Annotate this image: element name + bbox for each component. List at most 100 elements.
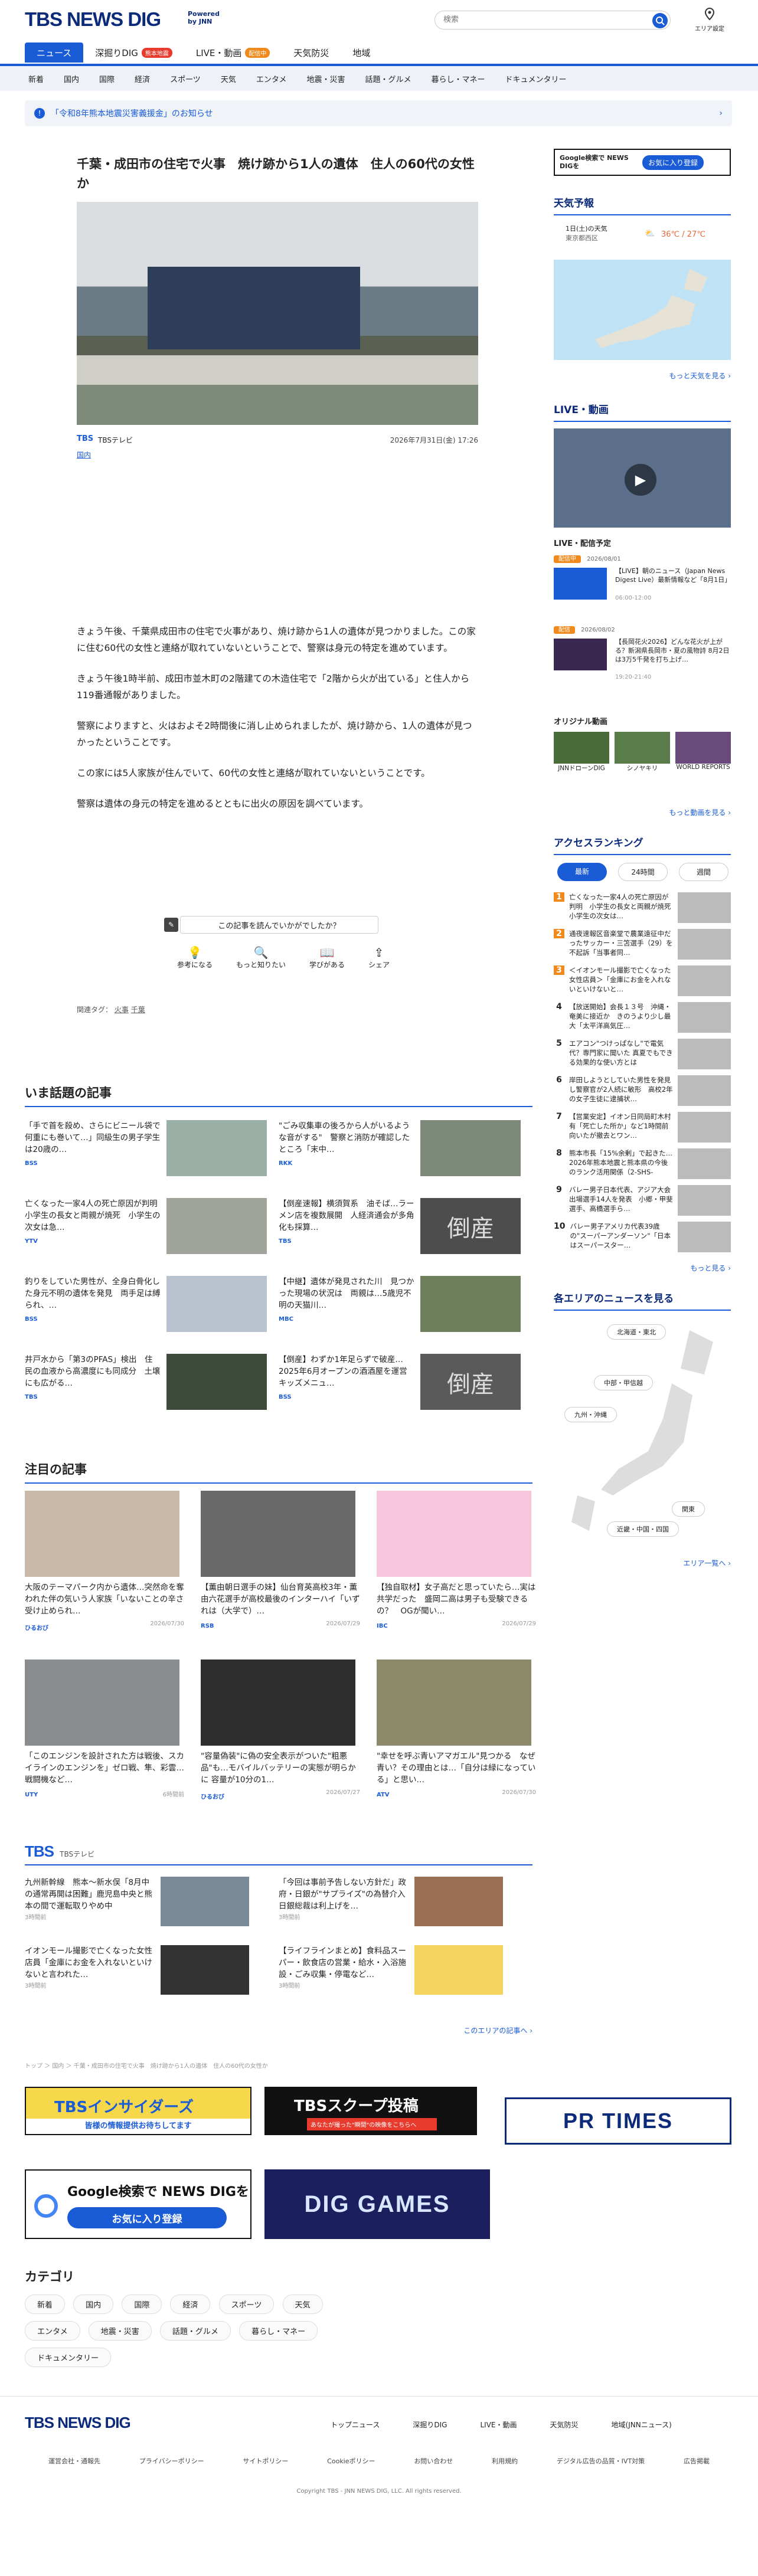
footer-sublink[interactable]: Cookieポリシー <box>327 2456 375 2466</box>
category-pill[interactable]: 話題・グルメ <box>159 2321 231 2341</box>
footer-sublink[interactable]: サイトポリシー <box>243 2456 288 2466</box>
ranking-tab[interactable]: 24時間 <box>618 863 668 881</box>
ranking-more-link[interactable]: もっと見る › <box>554 1263 731 1273</box>
category-pill[interactable]: ドキュメンタリー <box>25 2348 112 2367</box>
hot-article[interactable]: 【中継】遺体が発見された川 見つかった現場の状況は 両親は…5歳児不明の天猫川…… <box>279 1276 527 1341</box>
subnav-item[interactable]: スポーツ <box>170 73 201 84</box>
footer-sublink[interactable]: プライバシーポリシー <box>139 2456 204 2466</box>
ranking-item[interactable]: 4 【放送開始】会長１３号 沖縄・奄美に接近か きのうより少し最大「太平洋高気圧… <box>554 1002 731 1033</box>
area-list-link[interactable]: エリア一覧へ › <box>554 1558 731 1568</box>
search-input[interactable] <box>443 15 632 24</box>
ranking-item[interactable]: 7 【営業安定】イオン日同局町木村有「死亡した所か」など1時間前向いたが撤去とワン… <box>554 1112 731 1143</box>
category-pill[interactable]: 地震・災害 <box>88 2321 152 2341</box>
footer-logo[interactable]: TBS NEWS DIG <box>25 2414 131 2432</box>
ranking-item[interactable]: 10 バレー男子アメリカ代表39歳の"スーパーアンダーソン"「日本はスーパースター… <box>554 1222 731 1252</box>
featured-card[interactable]: 【独自取材】女子高だと思っていたら…実は共学だった 盛岡二高は男子も受験できるの… <box>377 1491 536 1629</box>
live-item[interactable]: 配信中 2026/08/01 【LIVE】朝のニュース（Japan News D… <box>554 554 731 601</box>
footer-link[interactable]: LIVE・動画 <box>481 2420 517 2430</box>
reaction-more[interactable]: 🔍 もっと知りたい <box>236 945 286 970</box>
weather-more-link[interactable]: もっと天気を見る › <box>554 371 731 381</box>
footer-link[interactable]: 天気防災 <box>550 2420 579 2430</box>
tbs-article[interactable]: 九州新幹線 熊本～新水俣「8月中の通常再開は困難」鹿児島中央と熊本の間で運転取り… <box>25 1877 273 1930</box>
hot-article[interactable]: 釣りをしていた男性が、全身白骨化した身元不明の遺体を発見 両手足は縛られ、… BS… <box>25 1276 273 1341</box>
category-pill[interactable]: スポーツ <box>218 2294 275 2314</box>
weather-map[interactable] <box>554 260 731 360</box>
footer-sublink[interactable]: 運営会社・通報先 <box>48 2456 100 2466</box>
hot-article[interactable]: 【倒産速報】横須賀系 油そば…ラーメン店を複数展開 人経済通会が多角化も採算… T… <box>279 1198 527 1263</box>
tbs-article[interactable]: 【ライフラインまとめ】食料品スーパー・飲食店の営業・給水・入浴施設・ごみ収集・停… <box>279 1945 527 1998</box>
subnav-item[interactable]: 地震・災害 <box>306 73 345 84</box>
ranking-item[interactable]: 6 岸田しようとしていた男性を発見し警察官が2人続に敏形 高校2年の女子生徒に逮捕… <box>554 1075 731 1106</box>
search-icon[interactable] <box>652 13 668 28</box>
google-favorite-banner[interactable]: Google検索で NEWS DIGを お気に入り登録 <box>25 2169 251 2239</box>
category-pill[interactable]: 暮らし・マネー <box>239 2321 318 2341</box>
notice-text[interactable]: 「令和8年熊本地震災害義援金」のお知らせ <box>51 107 213 119</box>
site-logo[interactable]: TBS NEWS DIG <box>25 8 161 31</box>
featured-card[interactable]: 「このエンジンを設計された方は戦後、スカイラインのエンジンを」ゼロ戦、隼、彩雲…… <box>25 1659 192 1798</box>
ranking-item[interactable]: 8 熊本市長「15%余剰」で起きた…2026年熊本地震と熊本県の今後のランク活用関… <box>554 1148 731 1179</box>
ranking-tab[interactable]: 週間 <box>679 863 728 881</box>
reaction-learn[interactable]: 📖 学びがある <box>309 945 345 970</box>
category-pill[interactable]: 天気 <box>282 2294 323 2314</box>
area-button[interactable]: 九州・沖縄 <box>564 1407 617 1422</box>
hot-article[interactable]: 亡くなった一家4人の死亡原因が判明 小学生の長女と両親が焼死 小学生の次女は急…… <box>25 1198 273 1263</box>
insiders-banner[interactable]: TBSインサイダーズ 皆様の情報提供お待ちしてます <box>25 2087 251 2135</box>
footer-sublink[interactable]: 広告掲載 <box>684 2456 710 2466</box>
category-pill[interactable]: 経済 <box>170 2294 211 2314</box>
nav-news[interactable]: ニュース <box>25 42 84 63</box>
subnav-item[interactable]: 暮らし・マネー <box>431 73 485 84</box>
original-video[interactable]: シノヤキリ <box>615 732 670 773</box>
area-settings[interactable]: エリア設定 <box>692 7 727 32</box>
ranking-item[interactable]: 1 亡くなった一家4人の死亡原因が判明 小学生の長女と両親が焼死 小学生の次女は… <box>554 892 731 923</box>
nav-local[interactable]: 地域 <box>341 42 382 63</box>
live-item[interactable]: 配信 2026/08/02 【長岡花火2026】どんな花火が上がる？新潟県長岡市… <box>554 624 731 680</box>
footer-sublink[interactable]: デジタル広告の品質・IVT対策 <box>557 2456 645 2466</box>
dig-games-banner[interactable]: DIG GAMES <box>264 2169 490 2239</box>
ranking-item[interactable]: 3 ＜イオンモール撮影で亡くなった女性店員＞「金庫にお金を入れないといけないと… <box>554 965 731 996</box>
tbs-article[interactable]: イオンモール撮影で亡くなった女性店員「金庫にお金を入れないといけないと言われた…… <box>25 1945 273 1998</box>
hot-article[interactable]: 【倒産】わずか1年足らずで破産…2025年6月オープンの酒酒屋を運営 キッズメニ… <box>279 1354 527 1419</box>
search-bar[interactable] <box>434 11 671 30</box>
scoop-banner[interactable]: TBSスクープ投稿 あなたが撮った"瞬間"の映像をこちらへ <box>264 2087 477 2135</box>
category-pill[interactable]: 新着 <box>25 2294 66 2314</box>
original-video[interactable]: WORLD REPORTS <box>675 732 731 773</box>
featured-card[interactable]: "幸せを呼ぶ青いアマガエル"見つかる なぜ青い？その理由とは…「自分は緑になって… <box>377 1659 536 1798</box>
notice-bar[interactable]: ! 「令和8年熊本地震災害義援金」のお知らせ › <box>25 100 732 126</box>
hot-article[interactable]: "ごみ収集車の後ろから人がいるような音がする" 警察と消防が確認したところ「末中… <box>279 1120 527 1185</box>
category-pill[interactable]: 国際 <box>122 2294 162 2314</box>
featured-card[interactable]: "容量偽装"に偽の安全表示がついた"粗悪品"も…モバイルバッテリーの実態が明らか… <box>201 1659 360 1801</box>
hot-article[interactable]: 「手で首を殺め、さらにビニール袋で何重にも巻いて…」同級生の男子学生は20歳の…… <box>25 1120 273 1185</box>
featured-card[interactable]: 【薫由朝日選手の妹】仙台育英高校3年・薫由六花選手が高校最後のインターハイ「いず… <box>201 1491 360 1629</box>
article-category[interactable]: 国内 <box>77 450 91 460</box>
hot-article[interactable]: 井戸水から「第3のPFAS」検出 住民の血液から高濃度にも同成分 土壌にも広がる… <box>25 1354 273 1419</box>
subnav-item[interactable]: 国際 <box>99 73 115 84</box>
nav-deep-dig[interactable]: 深掘りDIG 熊本地震 <box>83 42 184 63</box>
footer-link[interactable]: 深掘りDIG <box>413 2420 447 2430</box>
footer-sublink[interactable]: お問い合わせ <box>414 2456 453 2466</box>
category-pill[interactable]: 国内 <box>73 2294 114 2314</box>
nav-live[interactable]: LIVE・動画 配信中 <box>184 42 282 63</box>
area-button[interactable]: 北海道・東北 <box>607 1324 666 1340</box>
reaction-share[interactable]: ⇪ シェア <box>368 945 390 970</box>
subnav-item[interactable]: 経済 <box>135 73 150 84</box>
featured-card[interactable]: 大阪のテーマパーク内から遺体…突然命を奪われた伴の気いう人家族「いないことの辛さ… <box>25 1491 184 1632</box>
footer-sublink[interactable]: 利用規約 <box>492 2456 518 2466</box>
subnav-item[interactable]: エンタメ <box>256 73 287 84</box>
ranking-item[interactable]: 5 エアコン"つけっぱなし"で電気代？専門家に聞いた 真夏でもできる効果的な使い方… <box>554 1039 731 1069</box>
ranking-item[interactable]: 9 バレー男子日本代表、アジア大会出場選手14人を発表 小郷・甲斐選手、高橋選手ら… <box>554 1185 731 1216</box>
subnav-item[interactable]: 天気 <box>221 73 236 84</box>
footer-link[interactable]: 地域(JNNニュース) <box>612 2420 672 2430</box>
footer-link[interactable]: トップニュース <box>331 2420 380 2430</box>
tag-link[interactable]: 千葉 <box>131 1006 145 1014</box>
live-player[interactable]: ▶ <box>554 428 731 528</box>
prtimes-banner[interactable]: PR TIMES <box>505 2097 731 2145</box>
sidebar-google-banner[interactable]: Google検索で NEWS DIGを お気に入り登録 <box>554 149 731 176</box>
subnav-item[interactable]: 話題・グルメ <box>365 73 411 84</box>
area-more-link[interactable]: このエリアの記事へ › <box>378 2025 532 2035</box>
subnav-item[interactable]: 新着 <box>28 73 44 84</box>
subnav-item[interactable]: 国内 <box>64 73 79 84</box>
play-icon[interactable]: ▶ <box>625 464 656 496</box>
reaction-useful[interactable]: 💡 参考になる <box>177 945 213 970</box>
tag-link[interactable]: 火事 <box>115 1006 129 1014</box>
subnav-item[interactable]: ドキュメンタリー <box>505 73 567 84</box>
